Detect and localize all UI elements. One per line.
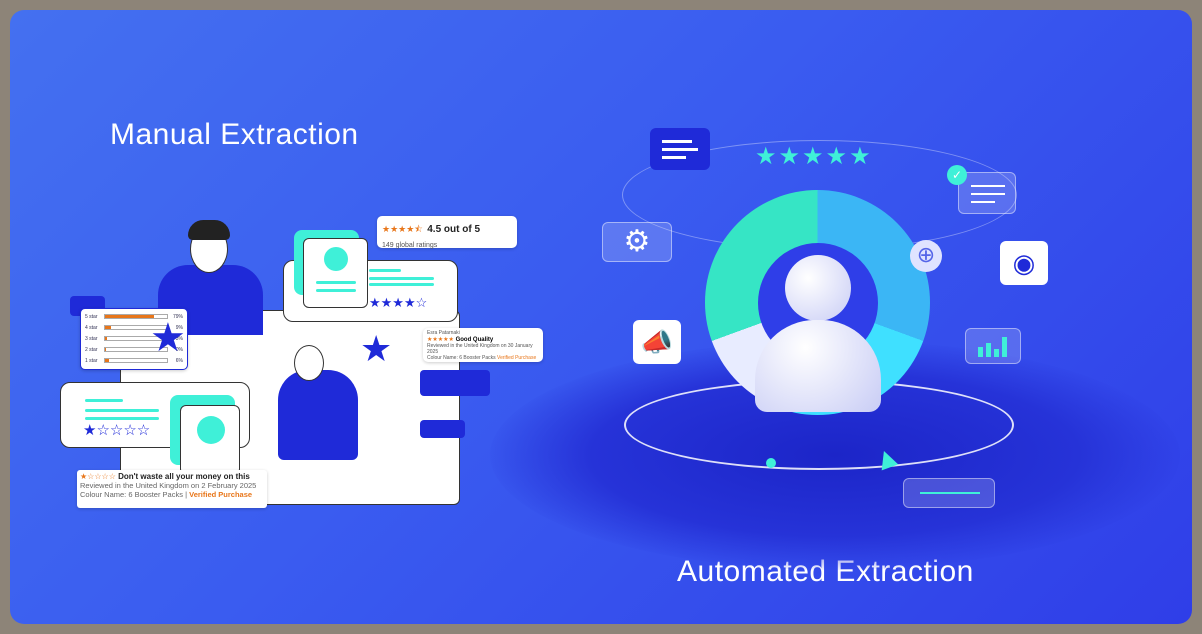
user-icon bbox=[785, 255, 851, 321]
bar-chart-icon bbox=[965, 328, 1021, 364]
histogram-bar bbox=[105, 348, 107, 351]
star-icon: ★ bbox=[150, 316, 186, 360]
zoom-in-icon: ⊕ bbox=[910, 240, 942, 272]
histogram-bar bbox=[105, 315, 154, 318]
user-icon bbox=[303, 238, 368, 308]
review-good: Esra Patarnaki ★★★★★ Good Quality Review… bbox=[423, 328, 543, 362]
manual-extraction-heading: Manual Extraction bbox=[110, 118, 359, 151]
review-bad: ★☆☆☆☆ Don't waste all your money on this… bbox=[77, 470, 267, 508]
rating-summary: ★★★★⯪ 4.5 out of 5 149 global ratings bbox=[377, 216, 517, 249]
eye-icon: ◉ bbox=[1000, 241, 1048, 285]
user-icon bbox=[180, 405, 240, 475]
chat-icon bbox=[650, 128, 710, 170]
histogram-bar bbox=[105, 337, 107, 340]
megaphone-icon: 📣 bbox=[633, 320, 681, 364]
progress-card bbox=[903, 478, 995, 508]
woman-figure bbox=[278, 370, 358, 460]
gear-icon: ⚙ bbox=[602, 222, 672, 262]
banner: Manual Extraction Automated Extraction 5… bbox=[10, 10, 1192, 624]
histogram-bar bbox=[105, 359, 109, 362]
star-icon: ★ bbox=[360, 328, 393, 369]
histogram-bar bbox=[105, 326, 111, 329]
document-check-icon: ✓ bbox=[947, 165, 1016, 214]
rating-stars: ★★★★★ bbox=[755, 143, 873, 170]
